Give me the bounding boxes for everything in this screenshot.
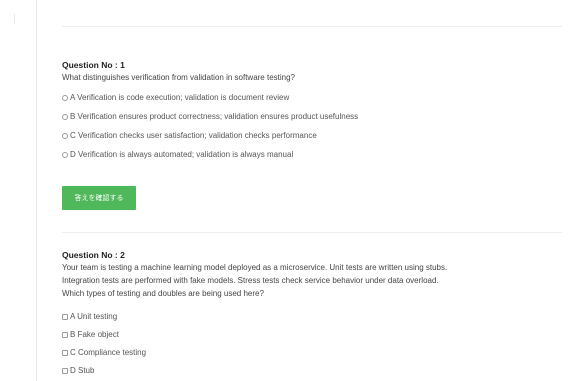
option-label: A Verification is code execution; valida… — [70, 93, 290, 102]
option-d[interactable]: D Verification is always automated; vali… — [62, 150, 293, 159]
option-d[interactable]: D Stub — [62, 366, 94, 375]
checkbox[interactable] — [62, 367, 68, 374]
question-text: What distinguishes verification from val… — [62, 73, 295, 82]
left-margin-rule — [36, 0, 37, 381]
radio-button[interactable] — [62, 151, 68, 158]
checkbox[interactable] — [62, 331, 68, 338]
option-label: B Fake object — [70, 330, 119, 339]
option-a[interactable]: A Unit testing — [62, 312, 117, 321]
option-label: A Unit testing — [70, 312, 118, 321]
left-margin-tick — [14, 14, 15, 24]
option-b[interactable]: B Fake object — [62, 330, 119, 339]
option-label: D Verification is always automated; vali… — [70, 150, 294, 159]
radio-button[interactable] — [62, 132, 68, 139]
question-text-line-2: Integration tests are performed with fak… — [62, 276, 439, 285]
option-a[interactable]: A Verification is code execution; valida… — [62, 93, 289, 102]
check-answer-button[interactable]: 答えを確認する — [62, 186, 136, 210]
page: Question No : 1 What distinguishes verif… — [0, 0, 574, 381]
top-divider — [62, 26, 562, 27]
question-title: Question No : 2 — [62, 250, 125, 260]
radio-button[interactable] — [62, 113, 68, 120]
option-label: D Stub — [70, 366, 95, 375]
option-c[interactable]: C Verification checks user satisfaction;… — [62, 131, 317, 140]
option-c[interactable]: C Compliance testing — [62, 348, 146, 357]
question-text-line-3: Which types of testing and doubles are b… — [62, 289, 264, 298]
radio-button[interactable] — [62, 94, 68, 101]
option-b[interactable]: B Verification ensures product correctne… — [62, 112, 358, 121]
checkbox[interactable] — [62, 349, 68, 356]
option-label: C Compliance testing — [70, 348, 147, 357]
question-divider — [62, 232, 562, 233]
question-title: Question No : 1 — [62, 60, 125, 70]
question-text-line-1: Your team is testing a machine learning … — [62, 263, 448, 272]
option-label: B Verification ensures product correctne… — [70, 112, 359, 121]
checkbox[interactable] — [62, 313, 68, 320]
option-label: C Verification checks user satisfaction;… — [70, 131, 317, 140]
